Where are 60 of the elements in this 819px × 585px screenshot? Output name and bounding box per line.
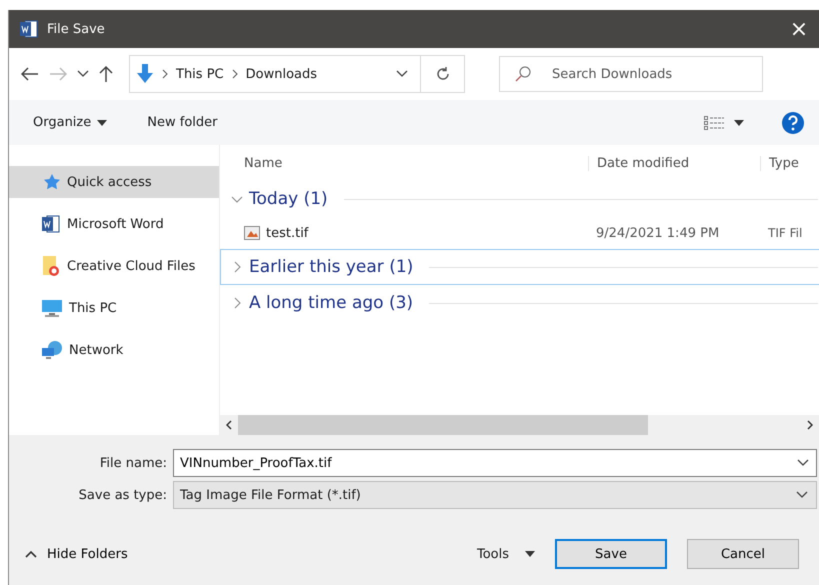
new-folder-button[interactable]: New folder <box>147 115 218 130</box>
table-cell-text: TIF Fil <box>767 226 802 240</box>
view-options-button[interactable] <box>703 114 745 130</box>
file-name[interactable]: test.tif <box>266 226 308 240</box>
chevron-icon <box>807 420 813 430</box>
dropdown-icon[interactable] <box>797 459 809 467</box>
hide-folders-button[interactable]: Hide Folders <box>25 546 128 562</box>
field-label: File name: <box>98 456 167 470</box>
horizontal-scrollbar[interactable] <box>220 415 819 435</box>
help-icon <box>781 110 805 134</box>
breadcrumb[interactable]: Downloads <box>246 66 318 82</box>
sidebar-item[interactable]: This PC <box>9 292 219 324</box>
caret-icon <box>97 120 108 126</box>
up-arrow-icon <box>99 65 113 83</box>
sidebar-item[interactable]: Quick access <box>9 166 219 198</box>
save-button[interactable]: Save <box>555 539 667 569</box>
table-cell-text: 9/24/2021 1:49 PM <box>595 226 720 240</box>
column-header[interactable]: Date modified <box>588 156 760 170</box>
chevron-icon <box>162 69 168 79</box>
chevron-icon <box>25 550 37 558</box>
search-icon <box>515 66 531 82</box>
address-bar[interactable]: This PC Downloads <box>129 55 465 93</box>
column-header[interactable]: Name <box>220 156 588 170</box>
cancel-button[interactable]: Cancel <box>687 539 799 569</box>
network-icon <box>41 340 63 360</box>
search-field[interactable]: Search Downloads <box>499 56 763 92</box>
back-button[interactable] <box>21 67 39 81</box>
dropdown-icon[interactable] <box>396 70 408 78</box>
file-name-field[interactable]: VINnumber_ProofTax.tif <box>173 449 817 477</box>
column-header[interactable]: Type <box>760 156 799 170</box>
up-button[interactable] <box>99 65 113 83</box>
monitor-icon <box>41 298 63 318</box>
refresh-icon <box>436 67 450 81</box>
word-document-icon <box>19 19 39 39</box>
chevron-icon <box>232 69 238 79</box>
list-view-icon <box>703 114 745 130</box>
folder-icon <box>41 255 61 277</box>
help-button[interactable] <box>781 110 805 134</box>
group-header[interactable]: Earlier this year (1) <box>220 249 819 285</box>
breadcrumb[interactable]: This PC <box>176 66 224 82</box>
sidebar-item[interactable]: Microsoft Word <box>9 208 219 240</box>
sidebar-item[interactable]: Network <box>9 334 219 366</box>
file-type-dropdown[interactable]: Tag Image File Format (*.tif) <box>173 481 817 509</box>
tools-menu[interactable]: Tools <box>476 546 535 562</box>
back-arrow-icon <box>21 67 39 81</box>
close-button[interactable]: × <box>779 16 819 42</box>
group-header[interactable]: Today (1) <box>220 181 819 217</box>
forward-arrow-icon <box>49 67 67 81</box>
dropdown-icon <box>796 491 808 499</box>
field-label: Save as type: <box>78 488 167 502</box>
image-file-icon <box>244 226 260 240</box>
download-arrow-icon <box>136 64 154 84</box>
organize-menu[interactable]: Organize <box>33 115 108 130</box>
group-header[interactable]: A long time ago (3) <box>220 285 819 321</box>
window-title: File Save <box>47 22 106 36</box>
sidebar-item[interactable]: Creative Cloud Files <box>9 250 219 282</box>
word-document-icon <box>41 214 61 234</box>
chevron-icon <box>226 420 232 430</box>
recent-locations-icon[interactable] <box>77 70 89 78</box>
caret-icon <box>525 551 535 557</box>
